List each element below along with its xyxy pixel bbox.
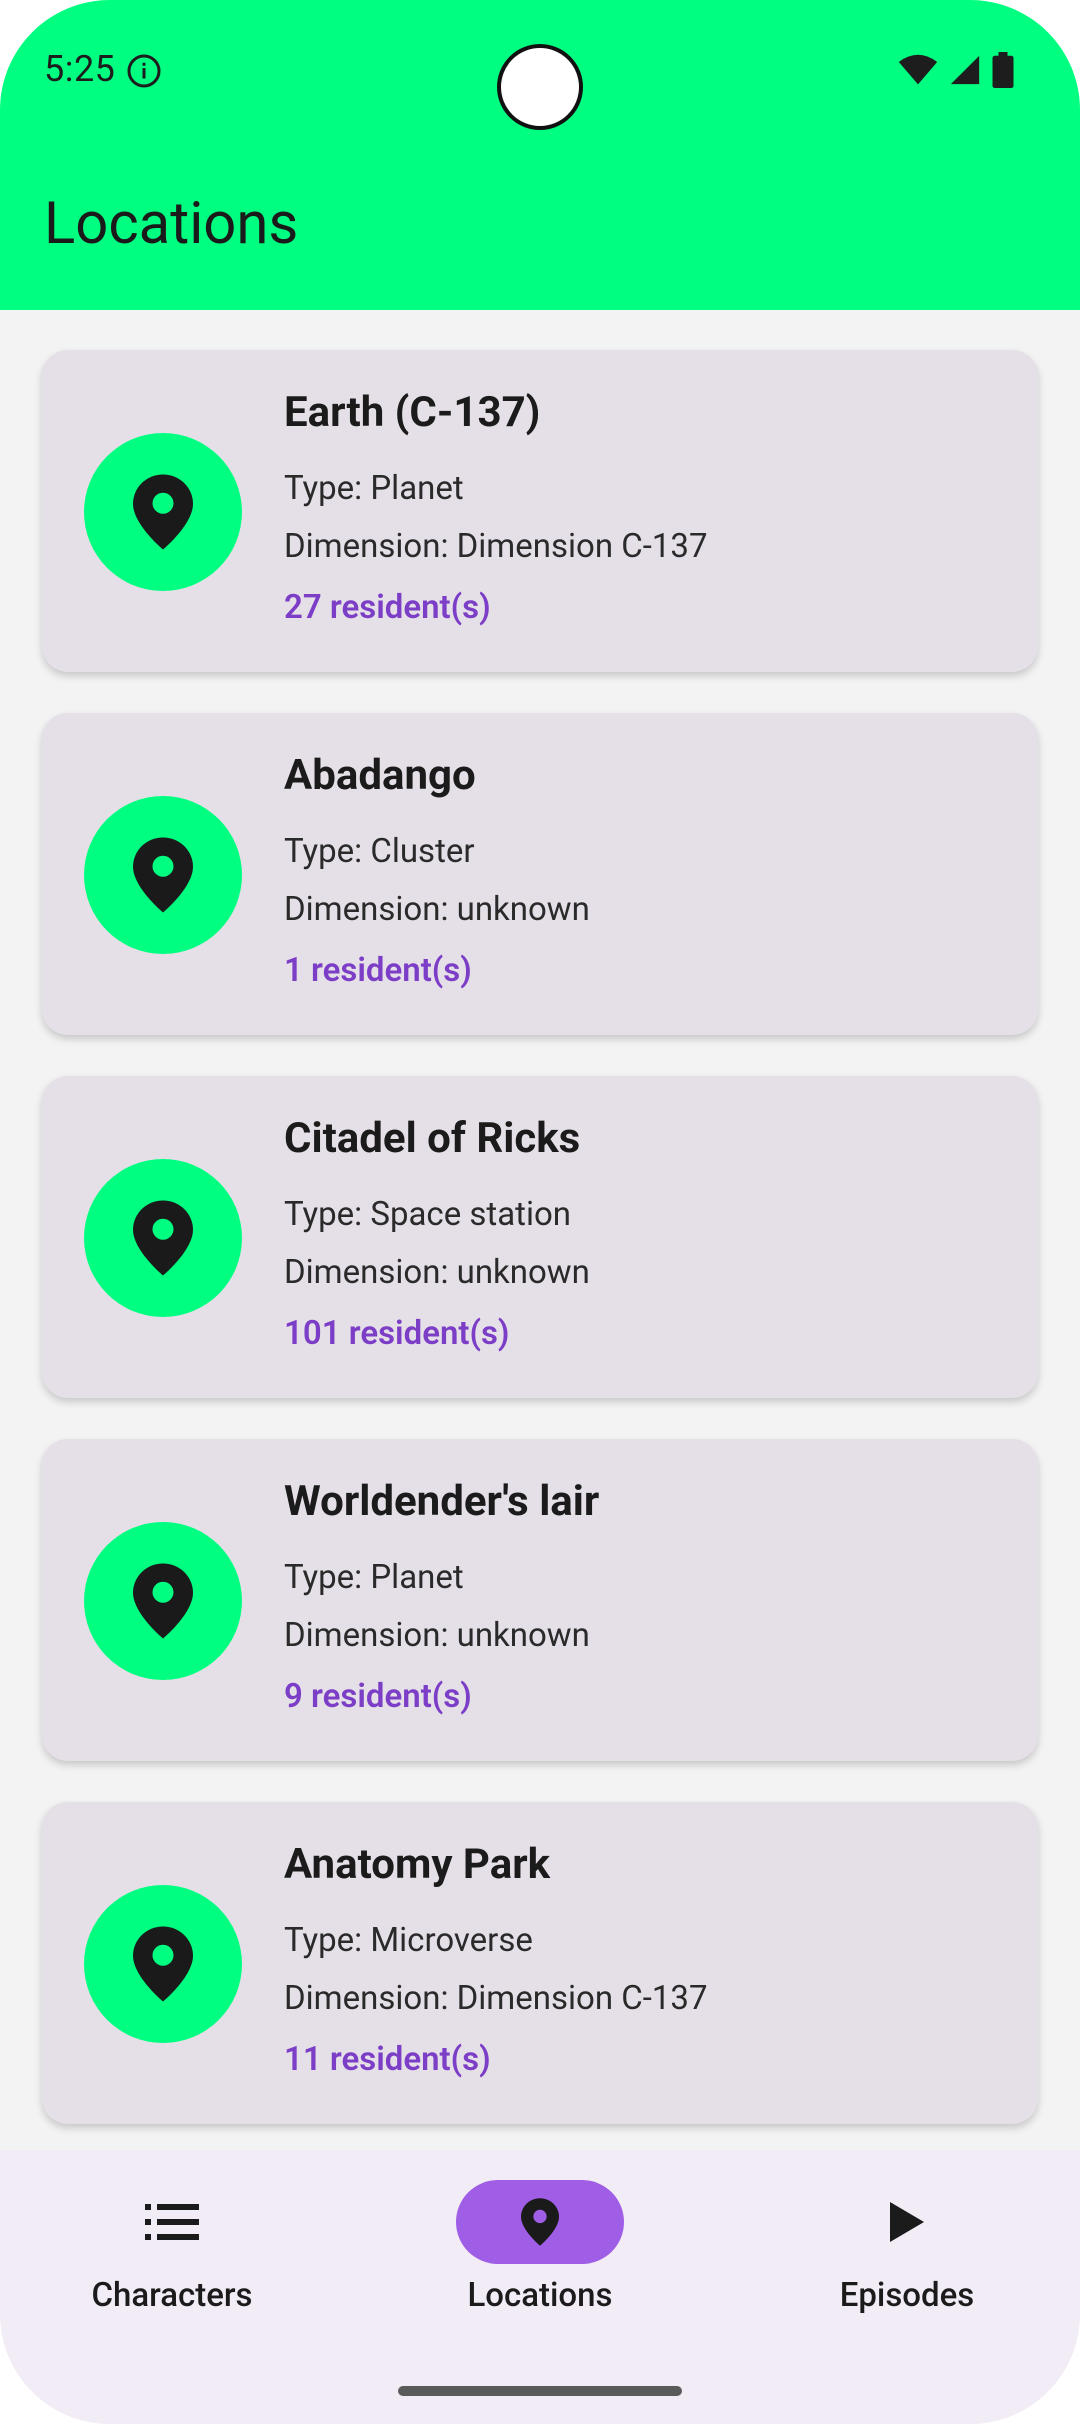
location-type: Type: Planet (284, 1558, 464, 1597)
location-dimension: Dimension: unknown (284, 1616, 590, 1655)
location-dimension: Dimension: unknown (284, 1253, 590, 1292)
wifi-icon (898, 54, 938, 85)
location-type: Type: Cluster (284, 832, 475, 871)
status-icons (898, 52, 1014, 88)
location-avatar (84, 796, 242, 954)
status-time: 5:25 (44, 48, 116, 90)
camera-cutout (497, 44, 583, 130)
page-title: Locations (44, 190, 299, 258)
location-type: Type: Space station (284, 1195, 572, 1234)
location-name: Anatomy Park (284, 1840, 551, 1889)
location-pin-icon (133, 474, 193, 550)
location-residents: 27 resident(s) (284, 588, 491, 627)
nav-icon-container (823, 2180, 991, 2264)
home-indicator[interactable] (398, 2386, 682, 2396)
location-avatar (84, 1885, 242, 2043)
location-name: Earth (C-137) (284, 388, 541, 437)
nav-label: Characters (91, 2276, 253, 2315)
battery-icon (992, 52, 1014, 88)
location-avatar (84, 1522, 242, 1680)
location-card[interactable]: Earth (C-137) Type: Planet Dimension: Di… (42, 350, 1038, 672)
info-icon (127, 54, 161, 88)
location-pin-icon (133, 837, 193, 913)
location-residents: 9 resident(s) (284, 1677, 472, 1716)
location-name: Citadel of Ricks (284, 1114, 581, 1163)
location-dimension: Dimension: Dimension C-137 (284, 527, 708, 566)
signal-icon (950, 55, 980, 85)
location-card[interactable]: Worldender's lair Type: Planet Dimension… (42, 1439, 1038, 1761)
location-type: Type: Microverse (284, 1921, 533, 1960)
location-residents: 1 resident(s) (284, 951, 472, 990)
nav-item-characters[interactable]: Characters (22, 2180, 322, 2315)
location-dimension: Dimension: unknown (284, 890, 590, 929)
nav-icon-container (88, 2180, 256, 2264)
location-avatar (84, 433, 242, 591)
bottom-navigation: Characters Locations Episodes (0, 2150, 1080, 2424)
location-pin-icon (521, 2198, 559, 2246)
screen: 5:25 Locations Earth (C-137) Type: Plane… (0, 0, 1080, 2424)
location-pin-icon (133, 1200, 193, 1276)
location-dimension: Dimension: Dimension C-137 (284, 1979, 708, 2018)
nav-icon-container-active (456, 2180, 624, 2264)
location-card[interactable]: Citadel of Ricks Type: Space station Dim… (42, 1076, 1038, 1398)
nav-label: Locations (467, 2276, 613, 2315)
nav-label: Episodes (839, 2276, 975, 2315)
top-app-bar: 5:25 Locations (0, 0, 1080, 310)
location-card[interactable]: Abadango Type: Cluster Dimension: unknow… (42, 713, 1038, 1035)
location-type: Type: Planet (284, 469, 464, 508)
location-name: Worldender's lair (284, 1477, 600, 1526)
location-residents: 101 resident(s) (284, 1314, 510, 1353)
location-pin-icon (133, 1926, 193, 2002)
location-name: Abadango (284, 751, 476, 800)
nav-item-episodes[interactable]: Episodes (757, 2180, 1057, 2315)
location-pin-icon (133, 1563, 193, 1639)
nav-item-locations[interactable]: Locations (390, 2180, 690, 2315)
location-avatar (84, 1159, 242, 1317)
location-card[interactable]: Anatomy Park Type: Microverse Dimension:… (42, 1802, 1038, 2124)
play-icon (890, 2202, 924, 2242)
location-residents: 11 resident(s) (284, 2040, 491, 2079)
list-icon (145, 2204, 199, 2240)
